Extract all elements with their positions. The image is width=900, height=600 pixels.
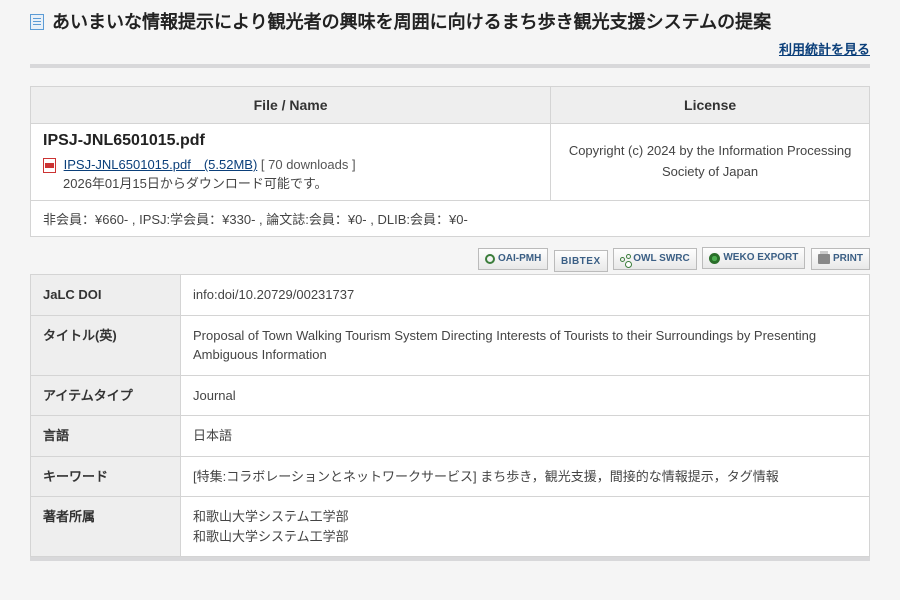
price-info: 非会員：¥660- , IPSJ:学会員：¥330- , 論文誌:会員：¥0- … <box>31 201 870 237</box>
print-label: PRINT <box>833 253 863 264</box>
owl-icon <box>620 254 630 264</box>
page-title: あいまいな情報提示により観光者の興味を周囲に向けるまち歩き観光支援システムの提案 <box>52 10 771 35</box>
license-text: Copyright (c) 2024 by the Information Pr… <box>551 124 870 201</box>
document-icon <box>30 14 44 30</box>
metadata-value: 和歌山大学システム工学部 和歌山大学システム工学部 <box>181 497 870 557</box>
file-download-link[interactable]: IPSJ-JNL6501015.pdf (5.52MB) <box>64 157 258 172</box>
metadata-label: 著者所属 <box>31 497 181 557</box>
globe-icon <box>709 253 720 264</box>
metadata-value: Journal <box>181 375 870 416</box>
metadata-row: タイトル(英)Proposal of Town Walking Tourism … <box>31 315 870 375</box>
pdf-icon <box>43 158 56 173</box>
metadata-table: JaLC DOIinfo:doi/10.20729/00231737タイトル(英… <box>30 274 870 557</box>
metadata-value: [特集:コラボレーションとネットワークサービス] まち歩き，観光支援，間接的な情… <box>181 456 870 497</box>
weko-label: WEKO EXPORT <box>723 253 798 263</box>
metadata-value: 日本語 <box>181 416 870 457</box>
owl-swrc-button[interactable]: OWL SWRC <box>613 248 696 270</box>
download-count: [ 70 downloads ] <box>261 157 356 172</box>
bibtex-button[interactable]: BIBTEX <box>554 250 608 272</box>
weko-export-button[interactable]: WEKO EXPORT <box>702 247 805 269</box>
metadata-row: 言語日本語 <box>31 416 870 457</box>
metadata-label: JaLC DOI <box>31 275 181 316</box>
metadata-value: info:doi/10.20729/00231737 <box>181 275 870 316</box>
metadata-label: 言語 <box>31 416 181 457</box>
file-table: File / Name License IPSJ-JNL6501015.pdf … <box>30 86 870 237</box>
printer-icon <box>818 254 830 264</box>
metadata-row: アイテムタイプJournal <box>31 375 870 416</box>
metadata-label: アイテムタイプ <box>31 375 181 416</box>
divider <box>30 64 870 68</box>
oai-pmh-button[interactable]: OAI-PMH <box>478 248 548 270</box>
license-header: License <box>551 87 870 124</box>
file-header: File / Name <box>31 87 551 124</box>
metadata-row: JaLC DOIinfo:doi/10.20729/00231737 <box>31 275 870 316</box>
metadata-row: キーワード[特集:コラボレーションとネットワークサービス] まち歩き，観光支援，… <box>31 456 870 497</box>
download-availability-note: 2026年01月15日からダウンロード可能です。 <box>43 173 538 192</box>
owl-label: OWL SWRC <box>633 253 689 264</box>
metadata-row: 著者所属和歌山大学システム工学部 和歌山大学システム工学部 <box>31 497 870 557</box>
oai-label: OAI-PMH <box>498 253 541 264</box>
metadata-label: キーワード <box>31 456 181 497</box>
usage-stats-link[interactable]: 利用統計を見る <box>779 42 870 57</box>
bibtex-label: BIBTEX <box>561 256 601 267</box>
file-name: IPSJ-JNL6501015.pdf <box>43 132 538 150</box>
metadata-label: タイトル(英) <box>31 315 181 375</box>
metadata-value: Proposal of Town Walking Tourism System … <box>181 315 870 375</box>
bottom-divider <box>30 557 870 561</box>
print-button[interactable]: PRINT <box>811 248 870 270</box>
oai-icon <box>485 254 495 264</box>
export-toolbar: OAI-PMH BIBTEX OWL SWRC WEKO EXPORT PRIN… <box>30 247 870 272</box>
